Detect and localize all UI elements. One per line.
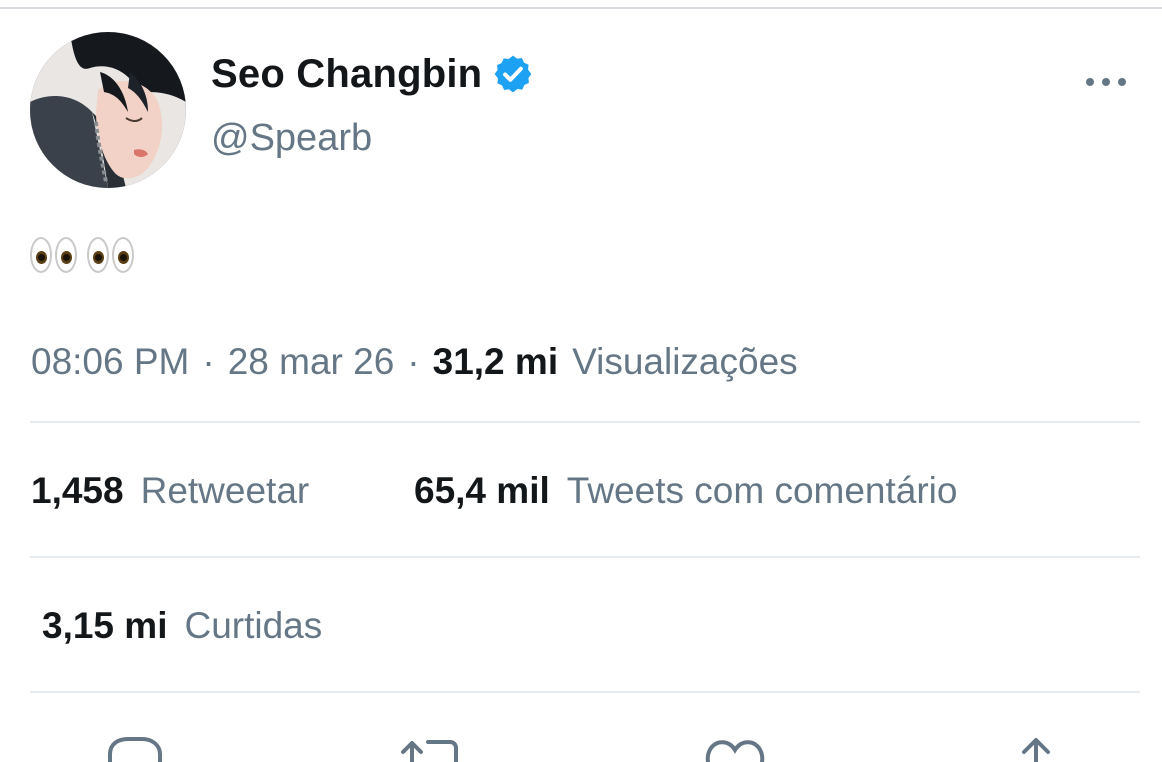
quotes-count: 65,4 mil <box>414 470 550 511</box>
meta-separator: · <box>202 341 215 382</box>
share-button[interactable] <box>1016 736 1056 762</box>
tweet-date[interactable]: 28 mar 26 <box>228 341 395 383</box>
avatar[interactable] <box>30 32 186 188</box>
likes-stat[interactable]: 3,15 mi Curtidas <box>42 602 322 650</box>
views-label: Visualizações <box>572 341 798 382</box>
quotes-label: Tweets com comentário <box>566 470 958 511</box>
likes-count: 3,15 mi <box>42 605 168 646</box>
eyes-emoji-icon <box>87 237 134 273</box>
views-count: 31,2 mi <box>432 341 559 382</box>
author-handle[interactable]: @Spearb <box>211 117 372 160</box>
retweet-button[interactable] <box>400 736 460 762</box>
meta-separator: · <box>407 341 420 382</box>
display-name[interactable]: Seo Changbin <box>211 52 482 97</box>
tweet-time[interactable]: 08:06 PM <box>31 341 189 383</box>
tweet-detail-view: Seo Changbin @Spearb 👀👀 08:06 PM · 28 ma… <box>0 0 1162 762</box>
divider <box>30 556 1140 558</box>
tweet-meta: 08:06 PM · 28 mar 26 · 31,2 mi Visualiza… <box>31 338 798 386</box>
retweet-icon <box>401 740 458 762</box>
reply-button[interactable] <box>106 736 164 762</box>
likes-label: Curtidas <box>184 605 323 646</box>
eyes-emoji-icon <box>30 237 77 273</box>
divider <box>30 421 1140 423</box>
retweets-stat[interactable]: 1,458 Retweetar <box>31 467 309 515</box>
share-icon <box>1022 738 1050 762</box>
heart-icon <box>705 740 765 762</box>
author-name-row[interactable]: Seo Changbin <box>211 47 534 101</box>
top-divider <box>0 7 1162 9</box>
like-button[interactable] <box>705 736 765 762</box>
divider <box>30 691 1140 693</box>
more-options-icon[interactable] <box>1086 70 1126 94</box>
tweet-text: 👀👀 <box>30 230 134 280</box>
retweets-count: 1,458 <box>31 470 124 511</box>
verified-badge-icon <box>492 53 534 95</box>
reply-icon <box>108 737 162 762</box>
retweets-label: Retweetar <box>140 470 310 511</box>
quotes-stat[interactable]: 65,4 mil Tweets com comentário <box>414 467 957 515</box>
